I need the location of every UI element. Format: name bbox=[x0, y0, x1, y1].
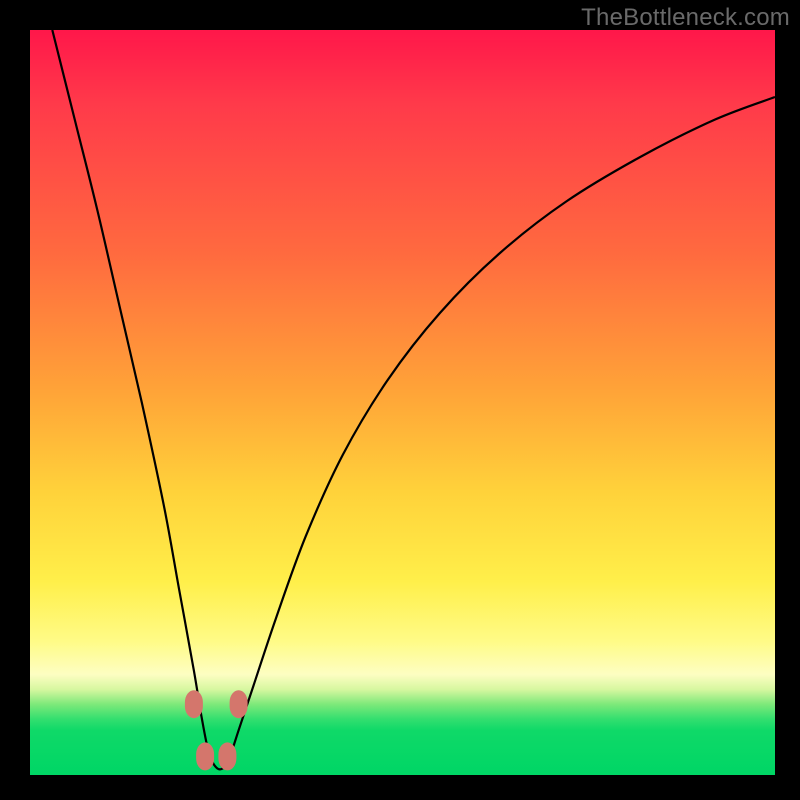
bottleneck-curve bbox=[52, 30, 775, 769]
curve-marker-3 bbox=[230, 690, 248, 718]
plot-area bbox=[30, 30, 775, 775]
curve-marker-2 bbox=[218, 742, 236, 770]
curve-marker-0 bbox=[185, 690, 203, 718]
watermark-text: TheBottleneck.com bbox=[581, 4, 790, 32]
curve-svg bbox=[30, 30, 775, 775]
curve-marker-1 bbox=[196, 742, 214, 770]
chart-frame: TheBottleneck.com bbox=[0, 0, 800, 800]
